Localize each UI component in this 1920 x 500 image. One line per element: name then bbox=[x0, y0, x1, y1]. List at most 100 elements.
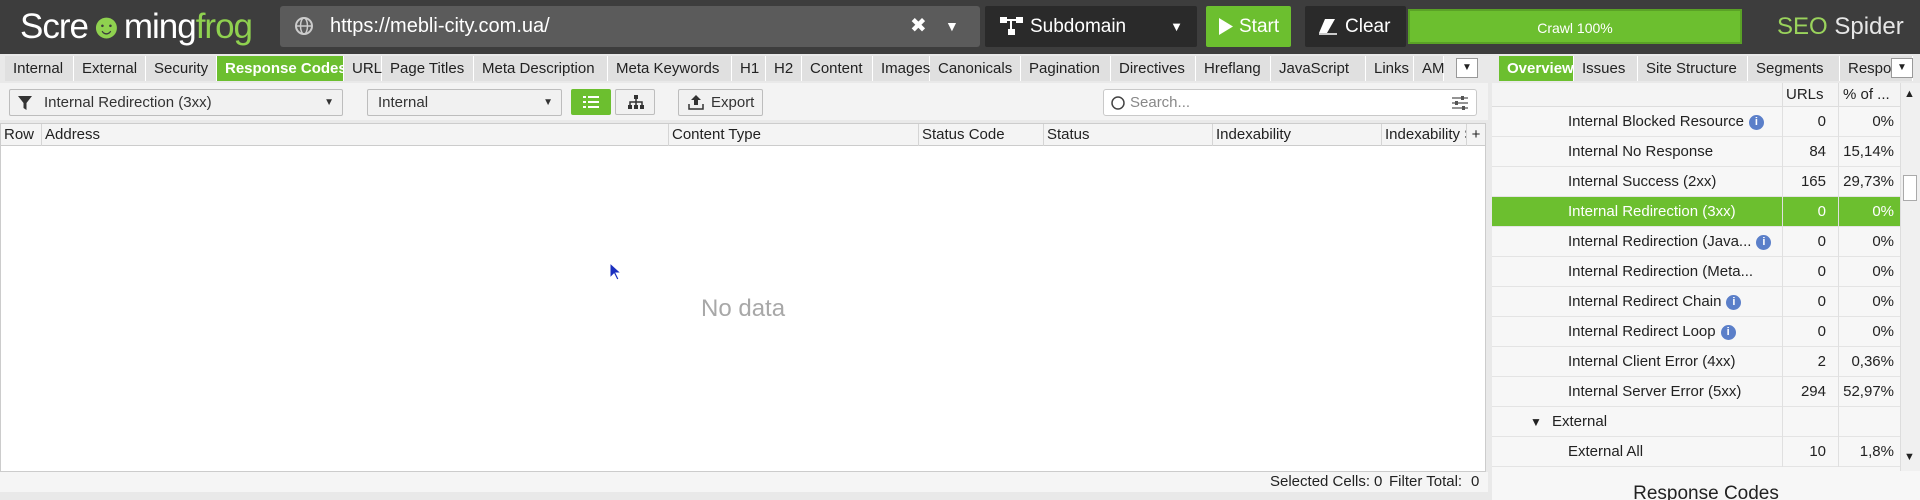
app-logo: Scre☻mingfrog bbox=[20, 6, 253, 48]
overview-group-external[interactable]: ▼ External bbox=[1492, 407, 1900, 437]
overview-row[interactable]: Internal Redirect Loop i 0 0% bbox=[1492, 317, 1900, 347]
right-tab-segments[interactable]: Segments bbox=[1748, 56, 1840, 81]
overview-row[interactable]: Internal Client Error (4xx) 2 0,36% bbox=[1492, 347, 1900, 377]
overview-row[interactable]: Internal Redirection (Java... i 0 0% bbox=[1492, 227, 1900, 257]
info-icon[interactable]: i bbox=[1748, 114, 1764, 130]
overview-row-urls: 0 bbox=[1782, 257, 1830, 287]
overview-row-urls: 0 bbox=[1782, 287, 1830, 317]
filter-type-select[interactable]: Internal Redirection (3xx) ▼ bbox=[9, 89, 343, 116]
filter-bar: Internal Redirection (3xx) ▼ Internal ▼ … bbox=[0, 83, 1488, 120]
right-tab-bar: Overview Issues Site Structure Segments Resp… bbox=[1495, 56, 1920, 81]
search-options-icon[interactable] bbox=[1452, 96, 1468, 110]
right-tab-site-structure[interactable]: Site Structure bbox=[1638, 56, 1748, 81]
tab-meta-description[interactable]: Meta Description bbox=[474, 56, 608, 81]
scroll-up-icon[interactable]: ▲ bbox=[1904, 88, 1915, 100]
url-input[interactable]: https://mebli-city.com.ua/ ✖ ▼ bbox=[280, 6, 980, 47]
tab-page-titles[interactable]: Page Titles bbox=[382, 56, 474, 81]
overview-row[interactable]: Internal Redirection (Meta... 0 0% bbox=[1492, 257, 1900, 287]
eraser-icon bbox=[1319, 19, 1337, 35]
overview-row-label: Internal Redirection (Java... i bbox=[1568, 227, 1772, 257]
tab-internal[interactable]: Internal bbox=[5, 56, 74, 81]
tab-h1[interactable]: H1 bbox=[732, 56, 766, 81]
logo-text-1: Scre bbox=[20, 7, 89, 46]
overview-row-urls: 0 bbox=[1782, 227, 1830, 257]
export-button[interactable]: Export bbox=[678, 89, 763, 116]
tab-am[interactable]: AM bbox=[1414, 56, 1445, 81]
tab-canonicals[interactable]: Canonicals bbox=[930, 56, 1021, 81]
overview-row-pct: 0% bbox=[1838, 107, 1900, 137]
overview-row[interactable]: Internal No Response 84 15,14% bbox=[1492, 137, 1900, 167]
chevron-down-icon: ▼ bbox=[324, 97, 334, 108]
col-pct-header[interactable]: % of ... bbox=[1838, 83, 1900, 107]
overview-scrollbar[interactable]: ▲ ▼ bbox=[1900, 83, 1920, 471]
overview-row-pct: 29,73% bbox=[1838, 167, 1900, 197]
tab-url[interactable]: URL bbox=[344, 56, 382, 81]
clear-button[interactable]: Clear bbox=[1305, 6, 1406, 47]
scroll-thumb[interactable] bbox=[1903, 175, 1917, 201]
overview-row[interactable]: Internal Redirect Chain i 0 0% bbox=[1492, 287, 1900, 317]
tab-h2[interactable]: H2 bbox=[766, 56, 802, 81]
tabs-overflow-dropdown-icon[interactable]: ▼ bbox=[1456, 58, 1478, 78]
search-input[interactable]: Search... bbox=[1103, 89, 1477, 116]
col-urls-header[interactable]: URLs bbox=[1782, 83, 1838, 107]
brand-seo: SEO bbox=[1777, 13, 1828, 40]
scroll-down-icon[interactable]: ▼ bbox=[1904, 451, 1915, 463]
overview-row-pct: 52,97% bbox=[1838, 377, 1900, 407]
start-button[interactable]: Start bbox=[1206, 6, 1291, 47]
right-tabs-overflow-dropdown-icon[interactable]: ▼ bbox=[1891, 58, 1913, 78]
overview-row-label: Internal Redirection (3xx) bbox=[1568, 203, 1736, 220]
filter-scope-select[interactable]: Internal ▼ bbox=[367, 89, 562, 116]
collapse-triangle-icon[interactable]: ▼ bbox=[1530, 407, 1542, 437]
overview-row[interactable]: Internal Redirection (3xx) 0 0% bbox=[1492, 197, 1900, 227]
right-tab-overview[interactable]: Overview bbox=[1499, 56, 1574, 81]
tab-images[interactable]: Images bbox=[873, 56, 930, 81]
overview-row[interactable]: Internal Server Error (5xx) 294 52,97% bbox=[1492, 377, 1900, 407]
chevron-down-icon: ▼ bbox=[543, 97, 553, 108]
tab-response-codes[interactable]: Response Codes bbox=[217, 56, 347, 81]
tab-pagination[interactable]: Pagination bbox=[1021, 56, 1111, 81]
add-column-icon[interactable]: + bbox=[1467, 124, 1485, 146]
column-header-indexability[interactable]: Indexability bbox=[1213, 124, 1382, 146]
filter-total-value: 0 bbox=[1471, 473, 1480, 490]
results-table[interactable]: Row Address Content Type Status Code Status I… bbox=[0, 123, 1486, 472]
column-header-address[interactable]: Address bbox=[42, 124, 669, 146]
main-tab-bar: Internal External Security Response Codes UR… bbox=[5, 56, 1470, 81]
tree-view-button[interactable] bbox=[615, 89, 655, 115]
url-history-dropdown-icon[interactable]: ▼ bbox=[945, 6, 959, 47]
overview-row[interactable]: External All 10 1,8% bbox=[1492, 437, 1900, 467]
top-toolbar: Scre☻mingfrog https://mebli-city.com.ua/… bbox=[0, 0, 1920, 54]
list-view-button[interactable] bbox=[571, 89, 611, 115]
tab-javascript[interactable]: JavaScript bbox=[1271, 56, 1366, 81]
column-header-status-code[interactable]: Status Code bbox=[919, 124, 1044, 146]
tab-meta-keywords[interactable]: Meta Keywords bbox=[608, 56, 732, 81]
overview-row-urls: 10 bbox=[1782, 437, 1830, 467]
overview-row-urls: 2 bbox=[1782, 347, 1830, 377]
overview-row-label: Internal Success (2xx) bbox=[1568, 173, 1717, 190]
right-tab-issues[interactable]: Issues bbox=[1574, 56, 1638, 81]
tab-links[interactable]: Links bbox=[1366, 56, 1414, 81]
url-value: https://mebli-city.com.ua/ bbox=[330, 15, 550, 37]
overview-row-label: External All bbox=[1568, 443, 1644, 460]
tab-content[interactable]: Content bbox=[802, 56, 873, 81]
overview-row[interactable]: Internal Blocked Resource i 0 0% bbox=[1492, 107, 1900, 137]
overview-row-pct: 15,14% bbox=[1838, 137, 1900, 167]
tab-security[interactable]: Security bbox=[146, 56, 217, 81]
url-clear-icon[interactable]: ✖ bbox=[910, 6, 927, 47]
column-header-status[interactable]: Status bbox=[1044, 124, 1213, 146]
info-icon[interactable]: i bbox=[1756, 234, 1772, 250]
tab-external[interactable]: External bbox=[74, 56, 146, 81]
group-label: External bbox=[1552, 413, 1608, 430]
logo-text-3: frog bbox=[195, 7, 253, 46]
crawl-mode-select[interactable]: Subdomain ▼ bbox=[985, 6, 1197, 47]
crawl-progress-bar: Crawl 100% bbox=[1408, 9, 1742, 44]
overview-row-label: Internal Redirect Chain i bbox=[1568, 287, 1742, 317]
column-header-indexability-s[interactable]: Indexability S bbox=[1382, 124, 1467, 146]
tab-hreflang[interactable]: Hreflang bbox=[1196, 56, 1271, 81]
selected-cells-value: 0 bbox=[1374, 473, 1383, 490]
info-icon[interactable]: i bbox=[1726, 294, 1742, 310]
column-header-row[interactable]: Row bbox=[1, 124, 42, 146]
column-header-content-type[interactable]: Content Type bbox=[669, 124, 919, 146]
info-icon[interactable]: i bbox=[1720, 324, 1736, 340]
overview-row[interactable]: Internal Success (2xx) 165 29,73% bbox=[1492, 167, 1900, 197]
tab-directives[interactable]: Directives bbox=[1111, 56, 1196, 81]
